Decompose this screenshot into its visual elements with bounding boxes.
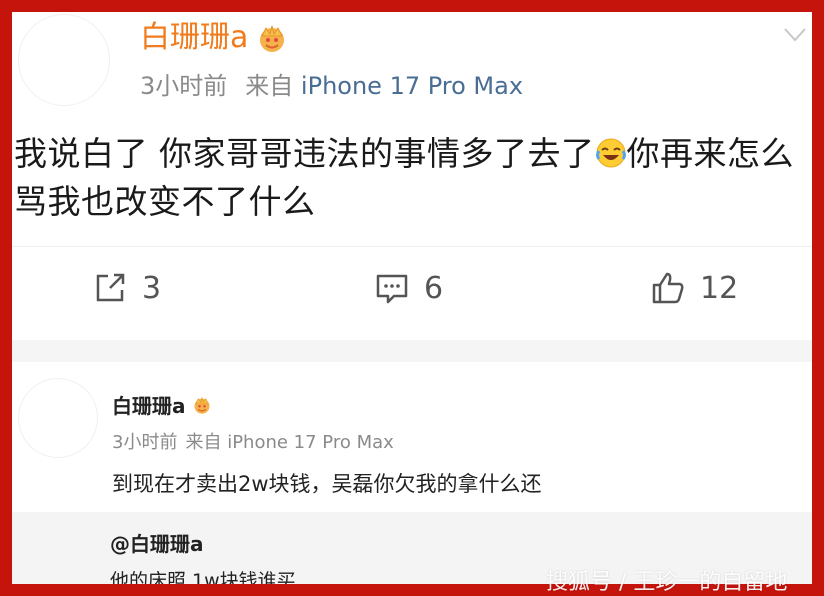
action-bar: 3 6 12 bbox=[12, 270, 812, 318]
share-count: 3 bbox=[142, 270, 162, 306]
post-body: 我说白了 你家哥哥违法的事情多了去了 你再来怎么骂我也改变不了什么 bbox=[14, 130, 804, 226]
chevron-down-icon[interactable] bbox=[784, 28, 806, 42]
divider bbox=[12, 246, 812, 247]
post-username[interactable]: 白珊珊a bbox=[140, 18, 248, 58]
quote-text: 他的床照 1w块钱谁买 bbox=[110, 570, 296, 592]
post-avatar[interactable] bbox=[18, 14, 110, 106]
vip-crown-icon bbox=[260, 25, 285, 52]
reply-username[interactable]: 白珊珊a bbox=[112, 390, 186, 419]
post-body-text-1: 我说白了 你家哥哥违法的事情多了去了 bbox=[14, 134, 595, 173]
reply-device: iPhone 17 Pro Max bbox=[227, 432, 394, 453]
laughing-crying-emoji-icon bbox=[595, 138, 626, 168]
reply-username-row[interactable]: 白珊珊a bbox=[112, 390, 212, 419]
comment-button[interactable]: 6 bbox=[374, 270, 443, 306]
like-count: 12 bbox=[700, 270, 739, 306]
quote-username[interactable]: @白珊珊a bbox=[110, 528, 204, 557]
comment-count: 6 bbox=[424, 270, 444, 306]
section-separator bbox=[12, 340, 812, 362]
post-meta: 3小时前 来自 iPhone 17 Pro Max bbox=[140, 70, 523, 102]
share-icon bbox=[96, 273, 125, 302]
watermark: 搜狐号 / 王珍一的自留地 bbox=[546, 570, 788, 595]
reply-source-label: 来自 bbox=[185, 432, 222, 453]
thumbs-up-icon bbox=[652, 272, 684, 304]
vip-crown-icon bbox=[194, 396, 209, 414]
reply-avatar[interactable] bbox=[18, 378, 98, 458]
post-source-label: 来自 bbox=[245, 72, 294, 100]
reply-time: 3小时前 bbox=[112, 432, 178, 453]
like-button[interactable]: 12 bbox=[650, 270, 738, 306]
reply-meta: 3小时前 来自 iPhone 17 Pro Max bbox=[112, 428, 394, 454]
reply-text: 到现在才卖出2w块钱，吴磊你欠我的拿什么还 bbox=[112, 472, 542, 496]
comment-icon bbox=[376, 274, 408, 304]
share-button[interactable]: 3 bbox=[92, 270, 161, 306]
post-device[interactable]: iPhone 17 Pro Max bbox=[301, 72, 523, 100]
post-username-row[interactable]: 白珊珊a bbox=[140, 18, 288, 58]
post-time: 3小时前 bbox=[140, 72, 228, 100]
